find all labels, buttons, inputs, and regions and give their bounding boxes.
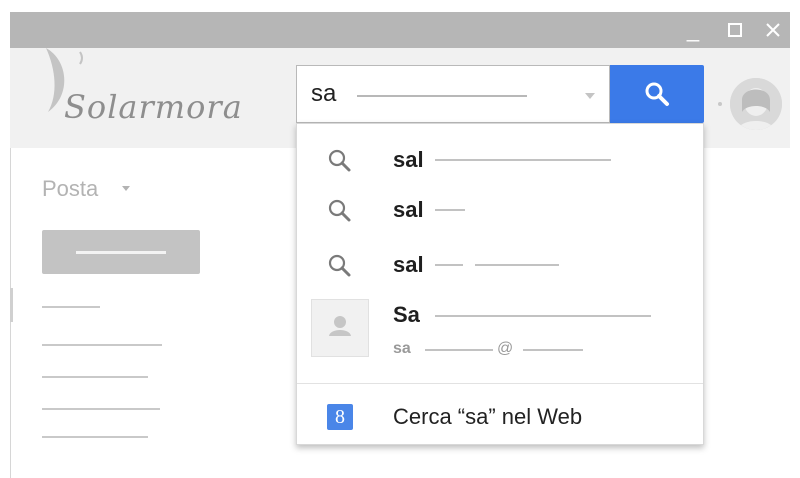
web-search-text: Cerca “sa” nel Web: [393, 404, 583, 429]
search-icon: [328, 149, 351, 172]
contact-name: Sa: [393, 302, 420, 327]
close-button[interactable]: [758, 12, 788, 48]
suggestion-text: sal: [393, 147, 424, 172]
suggestion-item[interactable]: sal: [297, 241, 703, 291]
redacted-line: [475, 264, 559, 266]
active-indicator: [10, 288, 13, 322]
separator-dot: [718, 102, 722, 106]
suggestion-text: sal: [393, 252, 424, 277]
redacted-line: [435, 264, 463, 266]
suggestion-item[interactable]: sal: [297, 186, 703, 236]
contact-email-prefix: sa: [393, 340, 411, 357]
search-redacted-line: [357, 95, 527, 97]
sidebar-item[interactable]: [42, 408, 160, 410]
redacted-line: [523, 349, 583, 351]
sidebar-item[interactable]: [42, 306, 100, 308]
minimize-button[interactable]: _: [678, 12, 708, 48]
mail-menu-label[interactable]: Posta: [42, 176, 98, 202]
person-icon: [329, 316, 351, 336]
search-icon: [328, 254, 351, 277]
google-icon: 8: [327, 404, 353, 430]
search-button[interactable]: [610, 65, 704, 123]
user-avatar[interactable]: [730, 78, 782, 130]
suggestion-text: sal: [393, 197, 424, 222]
chevron-down-icon[interactable]: [585, 93, 595, 99]
sidebar-item[interactable]: [42, 344, 162, 346]
contact-email-at: @: [497, 340, 514, 357]
search-value: sa: [311, 80, 337, 107]
user-avatar-icon: [730, 78, 782, 130]
redacted-line: [425, 349, 493, 351]
maximize-button[interactable]: [720, 12, 750, 48]
maximize-icon: [728, 23, 742, 37]
chevron-down-icon[interactable]: [122, 186, 130, 191]
search-icon: [645, 82, 669, 106]
compose-button[interactable]: [42, 230, 200, 274]
redacted-line: [435, 209, 465, 211]
search-icon: [328, 199, 351, 222]
logo-text: Solarmora: [64, 88, 243, 126]
divider: [297, 383, 703, 384]
search-input[interactable]: sa: [296, 65, 610, 123]
sidebar-item[interactable]: [42, 376, 148, 378]
sidebar-item[interactable]: [42, 436, 148, 438]
redacted-line: [435, 315, 651, 317]
logo[interactable]: Solarmora: [28, 40, 288, 130]
close-icon: [766, 23, 780, 37]
redacted-line: [435, 159, 611, 161]
compose-redacted-line: [76, 251, 166, 254]
search-suggestions-dropdown: sal sal sal Sa sa @ 8 Cerca “sa” nel Web: [296, 123, 704, 445]
contact-avatar: [311, 299, 369, 357]
suggestion-item[interactable]: sal: [297, 136, 703, 186]
